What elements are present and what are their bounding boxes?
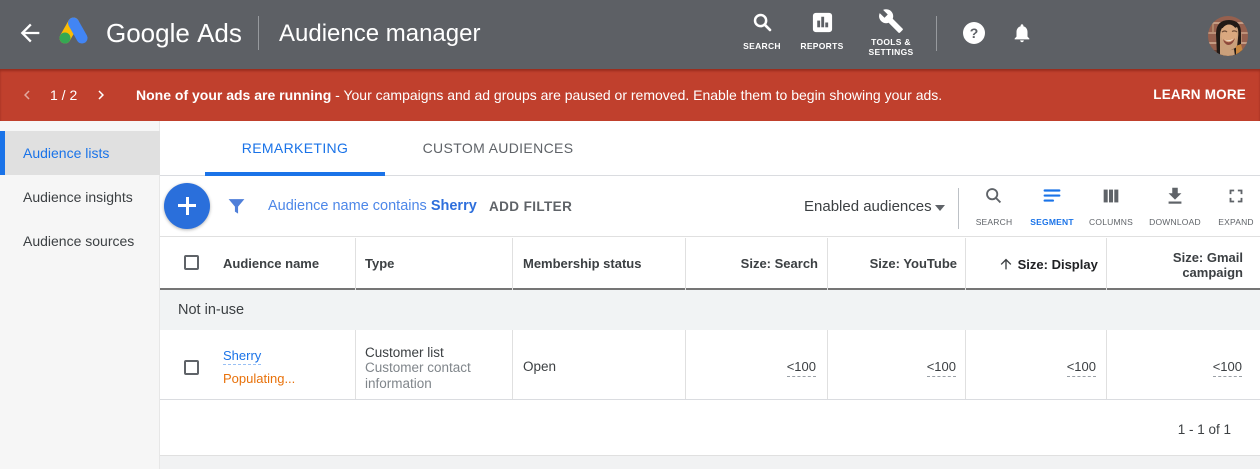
- svg-text:?: ?: [970, 25, 979, 41]
